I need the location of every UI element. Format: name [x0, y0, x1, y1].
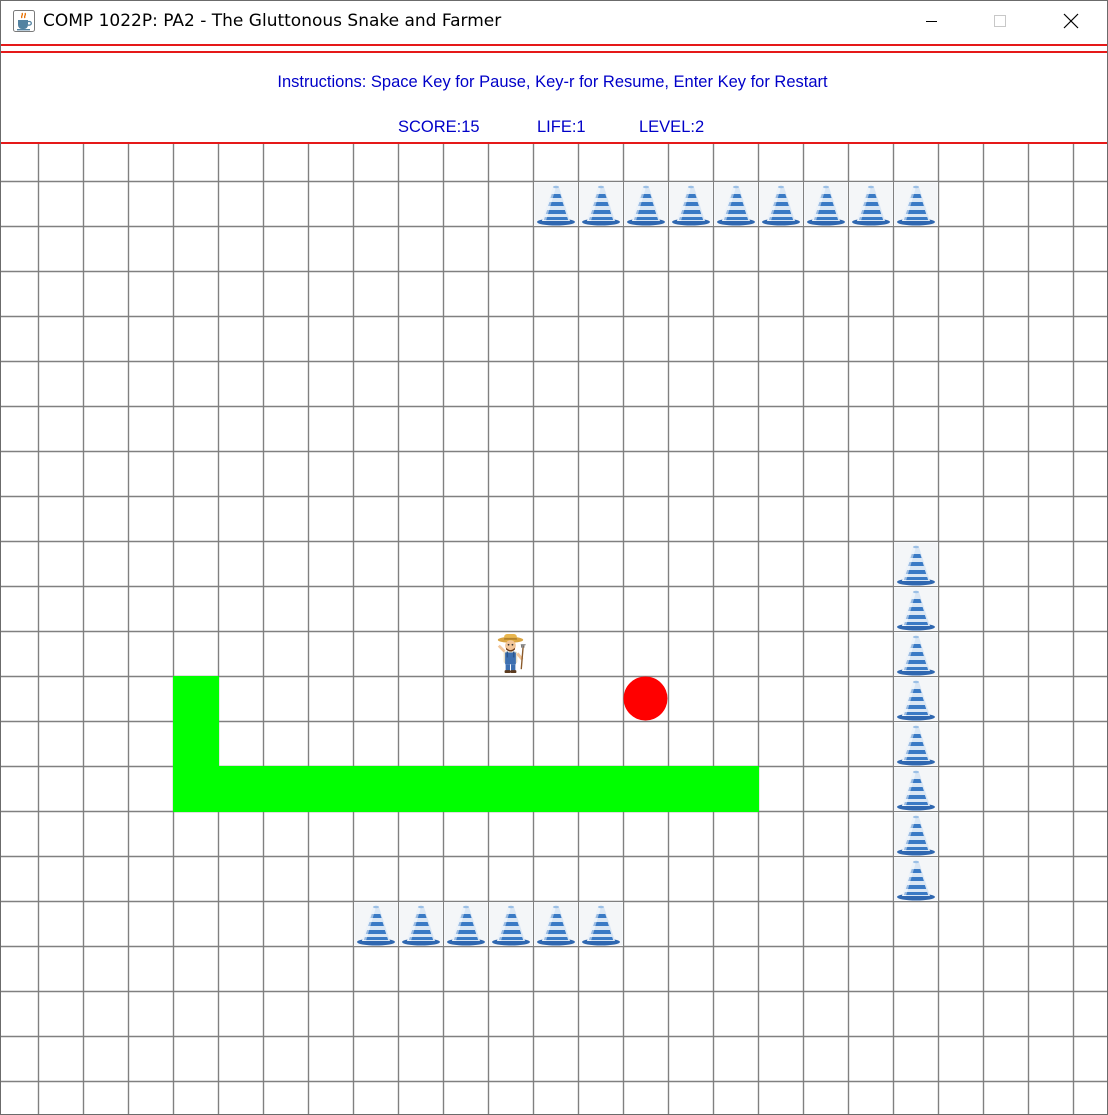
snake-segment [488, 766, 534, 812]
traffic-cone-icon [894, 182, 938, 226]
traffic-cone-icon [759, 182, 803, 226]
snake-segment [173, 676, 219, 722]
snake-segment [398, 766, 444, 812]
traffic-cone-icon [714, 182, 758, 226]
snake-segment [173, 766, 219, 812]
traffic-cone-icon [894, 587, 938, 631]
window-title: COMP 1022P: PA2 - The Gluttonous Snake a… [43, 11, 502, 31]
traffic-cone-icon [894, 812, 938, 856]
traffic-cone-icon [534, 182, 578, 226]
game-board[interactable] [1, 144, 1107, 1114]
traffic-cone-icon [489, 902, 533, 946]
snake-segment [218, 766, 264, 812]
score-label: SCORE:15 [398, 118, 480, 136]
traffic-cone-icon [624, 182, 668, 226]
snake-segment [713, 766, 759, 812]
traffic-cone-icon [669, 182, 713, 226]
close-button[interactable] [1047, 1, 1093, 42]
food-layer [623, 676, 668, 721]
life-label: LIFE:1 [537, 118, 586, 136]
snake-segment [443, 766, 489, 812]
java-cup-icon [13, 10, 35, 32]
traffic-cone-icon [894, 857, 938, 901]
instructions-text: Instructions: Space Key for Pause, Key-r… [277, 73, 828, 91]
traffic-cone-icon [399, 902, 443, 946]
close-icon [1063, 13, 1079, 29]
snake-segment [308, 766, 354, 812]
farmer-layer [496, 632, 528, 675]
traffic-cone-icon [894, 767, 938, 811]
traffic-cone-icon [579, 902, 623, 946]
traffic-cone-icon [894, 632, 938, 676]
snake-segment [578, 766, 624, 812]
traffic-cone-icon [579, 182, 623, 226]
top-divider-line [1, 51, 1107, 53]
snake [173, 676, 759, 812]
game-window: COMP 1022P: PA2 - The Gluttonous Snake a… [0, 0, 1108, 1115]
snake-segment [533, 766, 579, 812]
maximize-icon [994, 15, 1006, 27]
title-bar[interactable]: COMP 1022P: PA2 - The Gluttonous Snake a… [1, 1, 1107, 42]
snake-segment [263, 766, 309, 812]
traffic-cone-icon [894, 677, 938, 721]
traffic-cone-icon [804, 182, 848, 226]
food-dot [623, 676, 668, 721]
farmer-icon [496, 632, 528, 675]
traffic-cone-icon [534, 902, 578, 946]
snake-segment [353, 766, 399, 812]
traffic-cone-icon [849, 182, 893, 226]
snake-segment [623, 766, 669, 812]
traffic-cone-icon [354, 902, 398, 946]
traffic-cone-icon [444, 902, 488, 946]
snake-segment [173, 721, 219, 767]
snake-segment [668, 766, 714, 812]
grid-lines [1, 144, 1107, 1114]
top-divider-line [1, 44, 1107, 46]
minimize-button[interactable] [909, 1, 955, 42]
traffic-cone-icon [894, 722, 938, 766]
maximize-button[interactable] [976, 1, 1022, 42]
level-label: LEVEL:2 [639, 118, 705, 136]
info-panel: Instructions: Space Key for Pause, Key-r… [1, 42, 1107, 144]
traffic-cone-icon [894, 542, 938, 586]
obstacles [354, 182, 938, 946]
